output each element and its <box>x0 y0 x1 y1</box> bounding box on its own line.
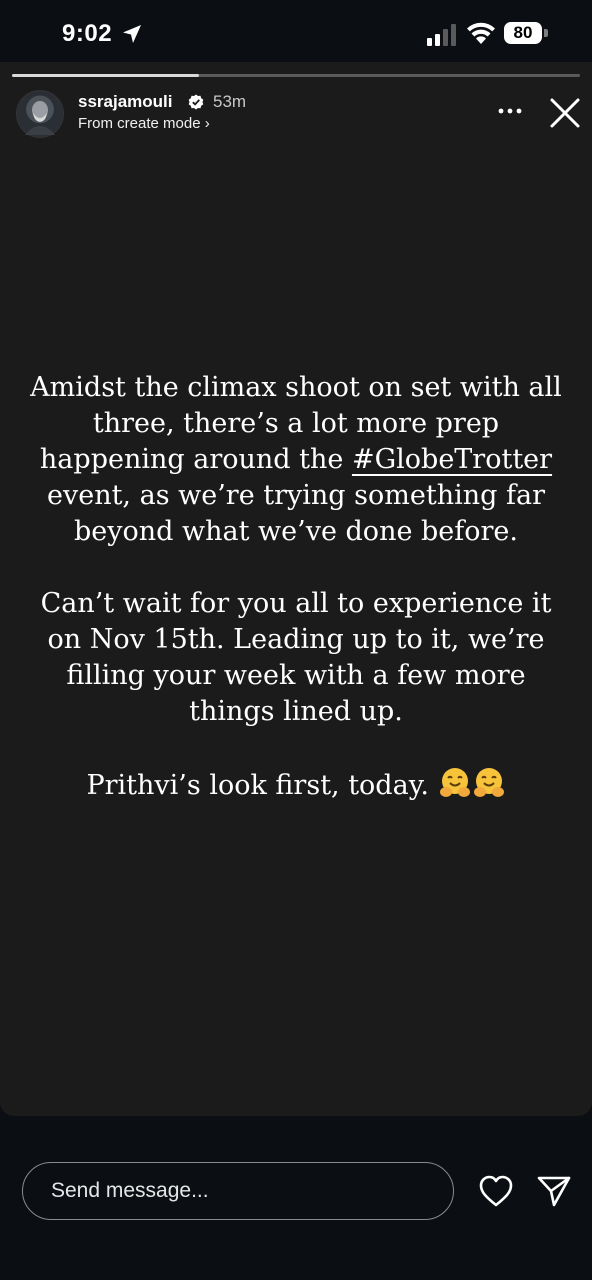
story-card[interactable]: ssrajamouli 53m From create mode › Amids… <box>0 62 592 1116</box>
send-message-input[interactable] <box>22 1162 454 1220</box>
signal-icon <box>427 24 456 46</box>
story-timestamp: 53m <box>213 92 247 111</box>
battery-level: 80 <box>513 23 533 42</box>
battery-icon: 80 <box>504 22 550 46</box>
hashtag-link[interactable]: #GlobeTrotter <box>352 444 552 475</box>
story-progress-fill <box>12 74 200 77</box>
more-options-icon[interactable] <box>496 100 524 122</box>
status-time: 9:02 <box>62 20 113 47</box>
status-bar: 9:02 80 <box>0 0 592 68</box>
story-progress-bar <box>12 74 580 77</box>
hugging-face-emojis <box>438 766 506 810</box>
wifi-icon <box>467 22 495 44</box>
close-icon[interactable] <box>548 96 582 130</box>
username[interactable]: ssrajamouli <box>78 92 173 112</box>
story-text: Amidst the climax shoot on set with all … <box>20 370 572 846</box>
story-paragraph-1: Amidst the climax shoot on set with all … <box>30 372 562 547</box>
hugging-face-icon <box>439 768 470 797</box>
create-mode-link[interactable]: From create mode › <box>78 115 210 132</box>
location-arrow-icon <box>123 25 141 43</box>
share-icon[interactable] <box>536 1174 572 1208</box>
verified-badge-icon <box>188 94 204 110</box>
heart-icon[interactable] <box>478 1174 514 1208</box>
story-paragraph-3: Prithvi’s look first, today. <box>20 766 572 810</box>
story-paragraph-2: Can’t wait for you all to experience it … <box>40 588 552 727</box>
avatar[interactable] <box>16 90 64 138</box>
hugging-face-icon <box>473 768 504 797</box>
